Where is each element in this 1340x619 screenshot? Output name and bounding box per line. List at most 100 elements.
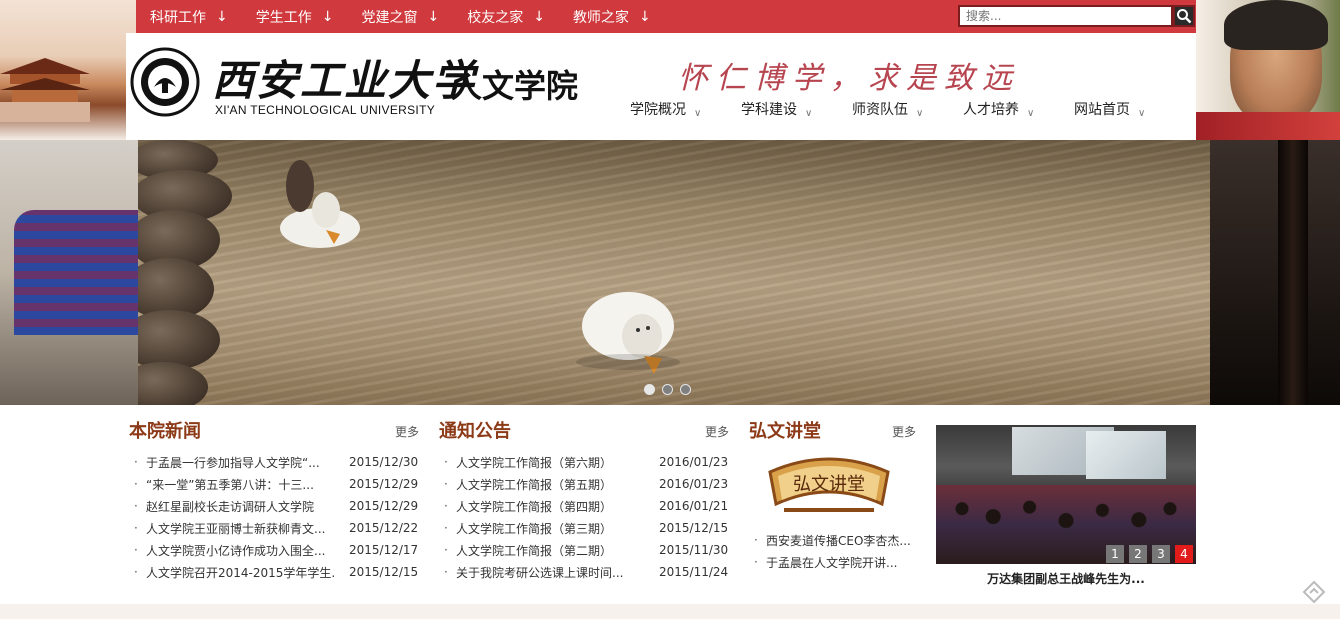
slide-dot[interactable] [644,384,655,395]
left-side-photo [0,140,138,405]
list-item[interactable]: · 人文学院工作简报（第二期） 2015/11/30 [444,539,734,561]
notice-title: 人文学院工作简报（第六期） [456,455,613,470]
list-item[interactable]: · 关于我院考研公选课上课时间... 2015/11/24 [444,561,734,583]
list-item[interactable]: · “来一堂”第五季第八讲：十三... 2015/12/29 [134,473,424,495]
topnav-label: 学生工作 [255,9,312,26]
topnav-label: 科研工作 [150,9,206,26]
chevron-down-icon: ∨ [916,107,924,119]
chevron-down-icon: ∨ [1138,107,1146,119]
news-title: 人文学院贾小亿诗作成功入围全... [146,543,326,558]
mainnav-label: 学科建设 [741,102,797,118]
news-title: 于孟晨一行参加指导人文学院“... [146,455,320,470]
topnav-item-teacher[interactable]: 教师之家 ↓ [573,0,651,33]
top-bar: 科研工作 ↓ 学生工作 ↓ 党建之窗 ↓ 校友之家 ↓ 教师之家 ↓ [136,0,1196,33]
school-motto: 怀仁博学，求是致远 [678,61,1020,96]
list-item[interactable]: · 于孟晨一行参加指导人文学院“... 2015/12/30 [134,451,424,473]
list-item[interactable]: · 于孟晨在人文学院开讲... [754,551,924,573]
list-item[interactable]: · 西安麦道传播CEO李杏杰... [754,529,924,551]
arrow-down-icon: ↓ [638,8,651,25]
duck-image [280,160,360,248]
topnav-label: 校友之家 [467,9,524,26]
notice-title: 关于我院考研公选课上课时间... [456,565,624,580]
search-button[interactable] [1173,5,1195,27]
pager-button[interactable]: 1 [1106,545,1124,563]
topnav-item-party[interactable]: 党建之窗 ↓ [361,0,439,33]
topnav-label: 教师之家 [572,9,629,26]
tree-silhouette [1278,140,1308,405]
topnav-item-alumni[interactable]: 校友之家 ↓ [467,0,545,33]
badge-text: 弘文讲堂 [793,474,865,495]
slide-dot[interactable] [662,384,673,395]
lecture-title: 于孟晨在人文学院开讲... [766,555,898,570]
news-date: 2015/12/15 [349,565,419,579]
pagoda-image [0,58,90,122]
mainnav-label: 人才培养 [963,102,1019,118]
chevron-down-icon: ∨ [805,107,813,119]
lecture-photo[interactable] [936,425,1196,564]
photo-caption[interactable]: 万达集团副总王战峰先生为... [936,570,1196,587]
news-more-link[interactable]: 更多 [395,423,419,440]
site-header: 西安工业大学 XI'AN TECHNOLOGICAL UNIVERSITY 人文… [126,33,1196,140]
slide-dot[interactable] [680,384,691,395]
arrow-down-icon: ↓ [427,8,440,25]
photo-pager: 1 2 3 4 [1106,545,1198,563]
list-item[interactable]: · 人文学院召开2014-2015学年学生... 2015/12/15 [134,561,424,583]
notice-date: 2015/11/30 [659,543,729,557]
back-to-top-icon[interactable] [1302,580,1326,604]
chevron-down-icon: ∨ [1027,107,1035,119]
mainnav-item-overview[interactable]: 学院概况 ∨ [630,99,741,119]
list-item[interactable]: · 人文学院工作简报（第五期） 2016/01/23 [444,473,734,495]
notice-date: 2016/01/23 [659,455,729,469]
list-item[interactable]: · 人文学院工作简报（第三期） 2015/12/15 [444,517,734,539]
top-nav: 科研工作 ↓ 学生工作 ↓ 党建之窗 ↓ 校友之家 ↓ 教师之家 ↓ [150,0,679,33]
news-date: 2015/12/17 [349,543,419,557]
notice-date: 2015/11/24 [659,565,729,579]
news-title: 赵红星副校长走访调研人文学院 [146,499,315,514]
portrait-shirt [1195,112,1340,140]
plaid-shirt-figure [14,210,138,335]
search-input[interactable] [958,5,1173,27]
chevron-down-icon: ∨ [694,107,702,119]
list-item[interactable]: · 人文学院王亚丽博士新获柳青文... 2015/12/22 [134,517,424,539]
list-item[interactable]: · 人文学院贾小亿诗作成功入围全... 2015/12/17 [134,539,424,561]
topnav-item-student[interactable]: 学生工作 ↓ [256,0,334,33]
news-date: 2015/12/30 [349,455,419,469]
mainnav-item-education[interactable]: 人才培养 ∨ [963,99,1074,119]
portrait-hair [1224,0,1328,50]
news-date: 2015/12/22 [349,521,419,535]
mainnav-item-home[interactable]: 网站首页 ∨ [1074,99,1185,119]
lecture-more-link[interactable]: 更多 [892,423,916,440]
slide-dots [644,384,698,395]
topnav-item-research[interactable]: 科研工作 ↓ [150,0,228,33]
list-item[interactable]: · 人文学院工作简报（第六期） 2016/01/23 [444,451,734,473]
news-title: 人文学院王亚丽博士新获柳青文... [146,521,326,536]
mainnav-item-faculty[interactable]: 师资队伍 ∨ [852,99,963,119]
news-list: · 于孟晨一行参加指导人文学院“... 2015/12/30 · “来一堂”第五季第八… [134,451,424,583]
notices-section-title: 通知公告 [439,421,511,442]
notices-more-link[interactable]: 更多 [705,423,729,440]
list-item[interactable]: · 人文学院工作简报（第四期） 2016/01/21 [444,495,734,517]
notice-date: 2016/01/21 [659,499,729,513]
news-title: “来一堂”第五季第八讲：十三... [146,477,314,492]
projector-screen [1086,431,1166,479]
university-emblem-logo[interactable] [130,47,200,117]
pager-button-active[interactable]: 4 [1175,545,1193,563]
notice-date: 2015/12/15 [659,521,729,535]
arrow-down-icon: ↓ [533,8,545,25]
arrow-down-icon: ↓ [321,8,334,25]
search-icon [1177,9,1192,24]
notice-title: 人文学院工作简报（第三期） [456,521,613,536]
banner-slideshow[interactable] [138,140,1210,405]
pager-button[interactable]: 2 [1129,545,1147,563]
list-item[interactable]: · 赵红星副校长走访调研人文学院 2015/12/29 [134,495,424,517]
news-title: 人文学院召开2014-2015学年学生... [146,565,336,580]
lecture-list: · 西安麦道传播CEO李杏杰... · 于孟晨在人文学院开讲... [754,529,924,573]
news-date: 2015/12/29 [349,477,419,491]
mainnav-label: 师资队伍 [852,102,908,118]
mainnav-label: 网站首页 [1074,102,1130,118]
pager-button[interactable]: 3 [1152,545,1170,563]
news-section-title: 本院新闻 [129,421,201,442]
mainnav-item-discipline[interactable]: 学科建设 ∨ [741,99,852,119]
hongwen-lecture-badge[interactable]: 弘文讲堂 [764,450,894,520]
lecture-title: 西安麦道传播CEO李杏杰... [766,533,911,548]
